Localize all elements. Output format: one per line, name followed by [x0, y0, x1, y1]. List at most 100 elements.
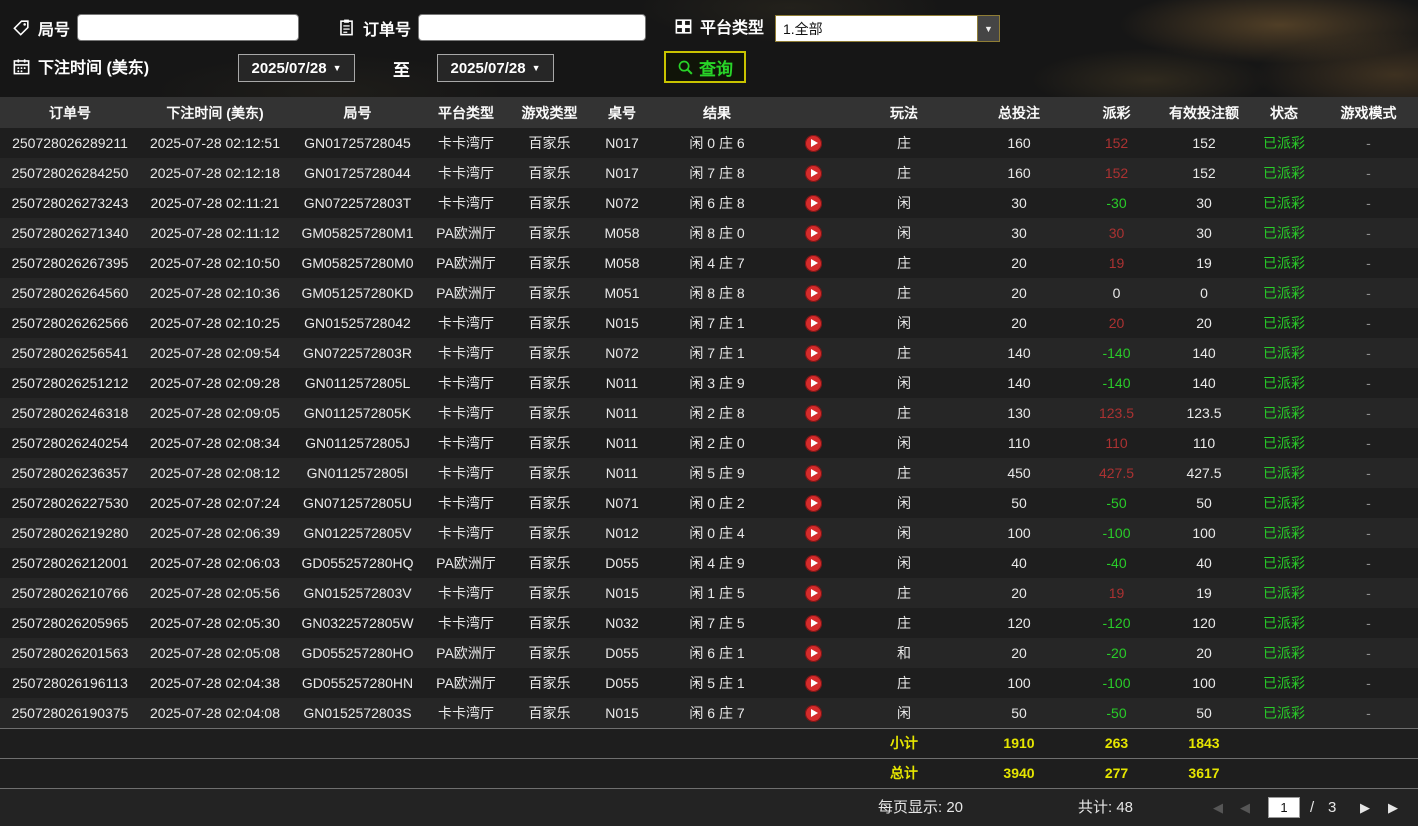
play-video-icon[interactable]	[804, 194, 822, 212]
cell-mode: -	[1366, 555, 1371, 571]
table-row: 250728026262566 2025-07-28 02:10:25 GN0152…	[0, 308, 1418, 338]
cell-status: 已派彩	[1263, 615, 1305, 631]
cell-play_type: 庄	[897, 675, 911, 691]
cell-result: 闲 2 庄 0	[689, 435, 745, 451]
table-row: 250728026227530 2025-07-28 02:07:24 GN0712…	[0, 488, 1418, 518]
play-video-icon[interactable]	[804, 554, 822, 572]
cell-play	[782, 158, 844, 188]
subtotal-label: 小计	[844, 727, 964, 758]
cell-payout: 0	[1112, 285, 1121, 301]
cell-play	[782, 608, 844, 638]
cell-play	[782, 398, 844, 428]
page-number-input[interactable]	[1268, 797, 1300, 818]
cell-table_no: N012	[605, 525, 639, 541]
cell-table_no: M058	[604, 255, 640, 271]
play-video-icon[interactable]	[804, 614, 822, 632]
play-video-icon[interactable]	[804, 674, 822, 692]
cell-mode: -	[1366, 405, 1371, 421]
cell-payout: 19	[1108, 255, 1125, 271]
play-video-icon[interactable]	[804, 284, 822, 302]
play-video-icon[interactable]	[804, 434, 822, 452]
play-video-icon[interactable]	[804, 404, 822, 422]
cell-round_no: GM058257280M0	[301, 255, 414, 271]
cell-table_no: N011	[605, 375, 639, 391]
play-video-icon[interactable]	[804, 164, 822, 182]
pagination-bar: 每页显示: 20 共计: 48 ◀ ◀ / 3 ▶ ▶	[0, 789, 1418, 826]
header-bet_time: 下注时间 (美东)	[140, 97, 290, 128]
cell-game_type: 百家乐	[528, 225, 571, 241]
total-count-value: 48	[1116, 799, 1134, 816]
cell-mode: -	[1366, 435, 1371, 451]
cell-platform: 卡卡湾厅	[438, 704, 494, 721]
cell-table_no: N011	[605, 405, 639, 421]
play-video-icon[interactable]	[804, 584, 822, 602]
cell-order_no: 250728026227530	[11, 495, 129, 511]
cell-game_type: 百家乐	[528, 135, 571, 151]
cell-game_type: 百家乐	[528, 345, 571, 361]
cell-play_type: 闲	[897, 525, 911, 541]
cell-platform: PA欧洲厅	[436, 555, 496, 571]
cell-payout: -100	[1102, 525, 1131, 541]
cell-platform: 卡卡湾厅	[438, 345, 494, 361]
cell-play	[782, 368, 844, 398]
play-video-icon[interactable]	[804, 314, 822, 332]
last-page-button[interactable]: ▶	[1388, 789, 1398, 826]
cell-total_bet: 30	[1011, 195, 1027, 211]
play-video-icon[interactable]	[804, 644, 822, 662]
cell-mode: -	[1366, 704, 1371, 721]
date-from-picker[interactable]: 2025/07/28 ▼	[238, 54, 355, 82]
date-range-to-label: 至	[393, 61, 410, 80]
prev-page-button[interactable]: ◀	[1240, 789, 1250, 826]
cell-total_bet: 160	[1007, 165, 1031, 181]
next-page-button[interactable]: ▶	[1360, 789, 1370, 826]
cell-status: 已派彩	[1263, 525, 1305, 541]
cell-payout: 20	[1108, 315, 1125, 331]
cell-play	[782, 218, 844, 248]
cell-round_no: GN0112572805L	[304, 375, 411, 391]
order-number-input[interactable]	[418, 14, 647, 41]
play-video-icon[interactable]	[804, 494, 822, 512]
filter-bar: 局号 订单号 平台类型 1.全部 ▼ 下注时间 (美东) 2025/07/28 …	[0, 0, 1418, 97]
play-video-icon[interactable]	[804, 224, 822, 242]
round-number-input[interactable]	[77, 14, 300, 41]
cell-total_bet: 100	[1007, 675, 1031, 691]
cell-platform: 卡卡湾厅	[438, 405, 494, 421]
cell-result: 闲 8 庄 0	[689, 225, 745, 241]
cell-valid_bet: 20	[1196, 315, 1212, 331]
cell-bet_time: 2025-07-28 02:06:39	[150, 525, 280, 541]
cell-play	[782, 428, 844, 458]
first-page-button[interactable]: ◀	[1213, 789, 1223, 826]
cell-payout: 30	[1108, 225, 1125, 241]
cell-bet_time: 2025-07-28 02:06:03	[150, 555, 280, 571]
grand-total-row: 总计 3940 277 3617	[0, 757, 1418, 789]
cell-bet_time: 2025-07-28 02:11:21	[150, 195, 280, 211]
cell-total_bet: 50	[1011, 495, 1027, 511]
cell-valid_bet: 30	[1196, 195, 1212, 211]
cell-mode: -	[1366, 195, 1371, 211]
cell-bet_time: 2025-07-28 02:12:51	[150, 135, 280, 151]
play-video-icon[interactable]	[804, 464, 822, 482]
cell-status: 已派彩	[1263, 345, 1305, 361]
date-to-picker[interactable]: 2025/07/28 ▼	[437, 54, 554, 82]
play-video-icon[interactable]	[804, 374, 822, 392]
play-video-icon[interactable]	[804, 344, 822, 362]
cell-bet_time: 2025-07-28 02:04:38	[150, 675, 280, 691]
order-number-label: 订单号	[363, 21, 412, 39]
cell-payout: 152	[1104, 135, 1129, 151]
play-video-icon[interactable]	[804, 524, 822, 542]
play-video-icon[interactable]	[804, 704, 822, 722]
platform-type-select[interactable]: 1.全部 ▼	[775, 15, 1000, 42]
cell-round_no: GN0112572805I	[306, 465, 409, 481]
play-video-icon[interactable]	[804, 254, 822, 272]
play-video-icon[interactable]	[804, 134, 822, 152]
query-button[interactable]: 查询	[664, 51, 746, 83]
table-row: 250728026256541 2025-07-28 02:09:54 GN0722…	[0, 338, 1418, 368]
cell-status: 已派彩	[1263, 135, 1305, 151]
bet-records-table: 订单号 下注时间 (美东) 局号 平台类型 游戏类型 桌号 结果 玩法 总投注 派彩 有效投注额 状态…	[0, 97, 1418, 789]
subtotal-valid-bet: 1843	[1159, 727, 1249, 758]
cell-platform: 卡卡湾厅	[438, 465, 494, 481]
cell-play_type: 闲	[897, 495, 911, 511]
cell-play_type: 庄	[897, 615, 911, 631]
table-row: 250728026196113 2025-07-28 02:04:38 GD0552…	[0, 668, 1418, 698]
header-round_no: 局号	[290, 97, 425, 128]
